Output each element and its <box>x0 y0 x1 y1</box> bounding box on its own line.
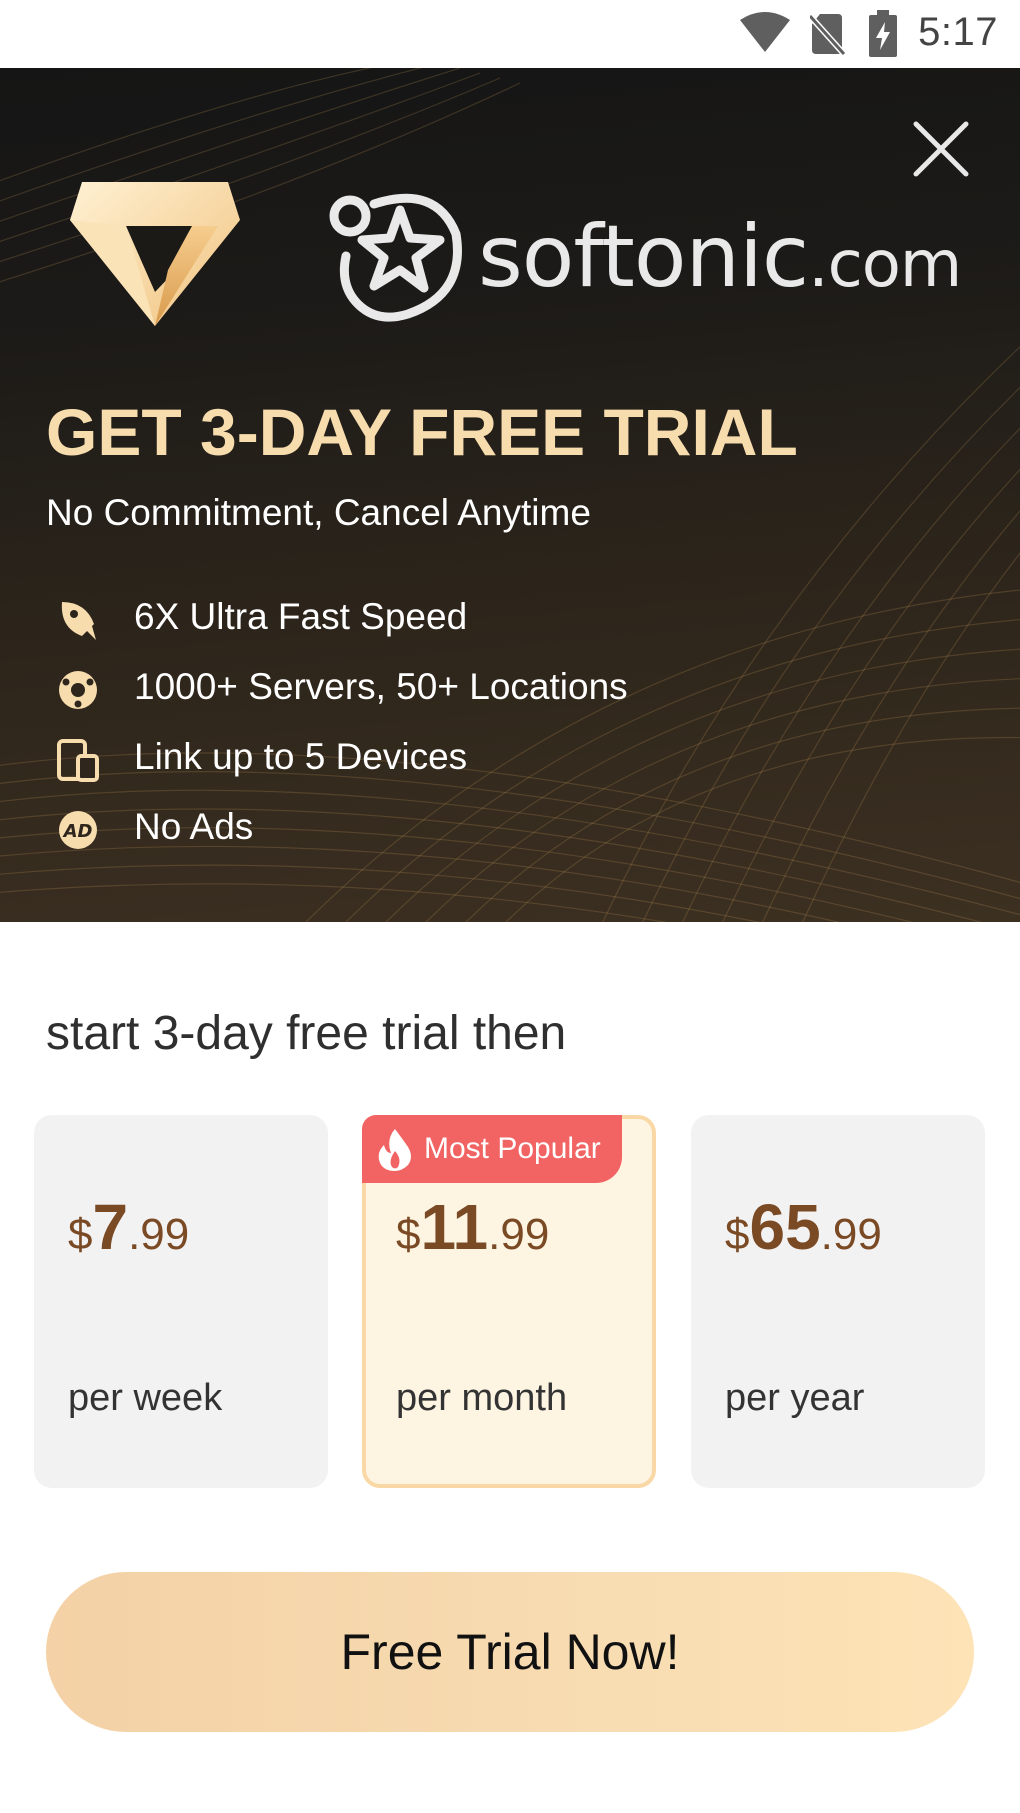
feature-label: Link up to 5 Devices <box>134 736 468 777</box>
price-decimal: .99 <box>820 1210 882 1259</box>
price-decimal: .99 <box>488 1210 550 1259</box>
plan-price: $11.99 <box>396 1195 549 1259</box>
no-ads-icon: AD <box>59 811 97 849</box>
softonic-logo-icon <box>329 193 462 322</box>
price-currency: $ <box>68 1210 93 1259</box>
close-icon[interactable] <box>908 116 974 182</box>
free-trial-button[interactable]: Free Trial Now! <box>46 1572 974 1732</box>
plan-price: $65.99 <box>725 1195 882 1259</box>
no-sim-icon <box>810 13 846 56</box>
brand-name: softonic <box>478 207 809 307</box>
badge-label: Most Popular <box>424 1132 601 1165</box>
feature-label: No Ads <box>134 806 254 847</box>
flame-icon <box>378 1129 411 1171</box>
feature-item: Link up to 5 Devices <box>56 728 956 788</box>
pricing-heading: start 3-day free trial then <box>46 1007 567 1060</box>
feature-item: 6X Ultra Fast Speed <box>56 588 956 648</box>
most-popular-badge: Most Popular <box>362 1115 622 1183</box>
plan-price: $7.99 <box>68 1195 189 1259</box>
plan-period: per week <box>68 1377 223 1419</box>
price-integer: 11 <box>420 1191 489 1263</box>
wifi-icon <box>740 12 790 52</box>
price-integer: 7 <box>92 1191 129 1263</box>
free-trial-button-label: Free Trial Now! <box>340 1624 680 1680</box>
price-currency: $ <box>725 1210 750 1259</box>
hero-title: GET 3-DAY FREE TRIAL <box>46 395 798 469</box>
price-decimal: .99 <box>128 1210 190 1259</box>
plan-period: per year <box>725 1377 865 1419</box>
plan-card-monthly[interactable]: Most Popular $11.99 per month <box>362 1115 656 1488</box>
hero-banner: softonic.com GET 3-DAY FREE TRIAL No Com… <box>0 68 1020 922</box>
no-ads-icon-text: AD <box>62 821 93 842</box>
plan-period: per month <box>396 1377 568 1419</box>
rocket-icon <box>61 602 96 640</box>
plan-card-weekly[interactable]: $7.99 per week <box>34 1115 328 1488</box>
status-bar: 5:17 <box>0 0 1020 68</box>
brand-domain: .com <box>808 228 962 302</box>
price-currency: $ <box>396 1210 421 1259</box>
clock-time: 5:17 <box>918 10 998 54</box>
feature-item: 1000+ Servers, 50+ Locations <box>56 658 956 718</box>
gem-logo-icon <box>70 182 240 326</box>
battery-charging-icon <box>869 10 897 57</box>
feature-item: AD No Ads <box>56 798 956 858</box>
feature-label: 1000+ Servers, 50+ Locations <box>134 666 628 707</box>
devices-icon <box>57 739 99 782</box>
plan-card-yearly[interactable]: $65.99 per year <box>691 1115 985 1488</box>
price-integer: 65 <box>749 1191 821 1263</box>
brand-wordmark: softonic.com <box>478 214 962 302</box>
globe-icon <box>59 671 97 709</box>
feature-label: 6X Ultra Fast Speed <box>134 596 468 637</box>
hero-subtitle: No Commitment, Cancel Anytime <box>46 492 591 533</box>
